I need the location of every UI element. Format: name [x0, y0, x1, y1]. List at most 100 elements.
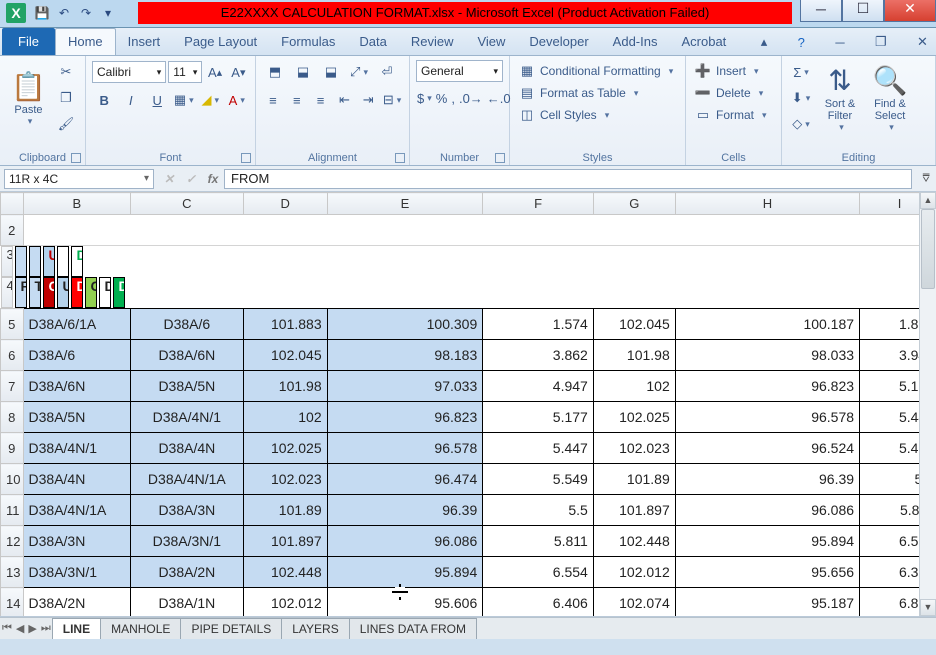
doc-close-button[interactable]: ✕ — [909, 29, 936, 55]
accounting-format-icon[interactable]: $ — [417, 87, 432, 109]
cell[interactable]: 95.894 — [675, 526, 859, 557]
tab-file[interactable]: File — [2, 28, 55, 55]
cell[interactable]: 102.023 — [593, 433, 675, 464]
tab-pagelayout[interactable]: Page Layout — [172, 29, 269, 55]
cell[interactable]: 95.606 — [327, 588, 483, 618]
clear-icon[interactable]: ◇ — [789, 113, 813, 135]
cell[interactable]: D38A/4N/1 — [131, 402, 244, 433]
paste-button[interactable]: 📋 Paste — [6, 63, 51, 133]
align-right-icon[interactable]: ≡ — [311, 89, 331, 111]
cell[interactable]: D38A/4N — [23, 464, 131, 495]
help-icon[interactable]: ? — [790, 30, 813, 55]
cell[interactable]: D38A/4N/1 — [23, 433, 131, 464]
italic-button[interactable]: I — [120, 89, 143, 111]
dialog-launcher-icon[interactable] — [71, 153, 81, 163]
align-middle-icon[interactable]: ⬓ — [291, 61, 315, 83]
cell[interactable]: 102.448 — [243, 557, 327, 588]
row-header[interactable]: 9 — [1, 433, 24, 464]
close-button[interactable]: ✕ — [884, 0, 936, 22]
cell[interactable]: 97.033 — [327, 371, 483, 402]
cell[interactable] — [29, 246, 41, 277]
cell[interactable]: 95.187 — [675, 588, 859, 618]
cell[interactable]: D38A/4N/1A — [23, 495, 131, 526]
cell[interactable]: 5.549 — [483, 464, 594, 495]
font-size-combo[interactable]: 11▾ — [168, 61, 202, 83]
cell-styles-button[interactable]: ◫Cell Styles — [516, 104, 679, 126]
cell[interactable] — [57, 246, 69, 277]
cell[interactable]: D38A/2N — [131, 557, 244, 588]
dec-decimal-icon[interactable]: ←.0 — [487, 87, 511, 109]
copy-icon[interactable]: ❐ — [54, 87, 78, 109]
dialog-launcher-icon[interactable] — [395, 153, 405, 163]
font-color-button[interactable]: A — [226, 89, 249, 111]
th-from[interactable]: FROM — [15, 277, 27, 308]
tab-review[interactable]: Review — [399, 29, 466, 55]
cell-downstream-label[interactable]: DWONSTREAM — [71, 246, 83, 277]
col-header[interactable]: E — [327, 193, 483, 215]
vertical-scrollbar[interactable]: ▲ ▼ — [919, 192, 936, 616]
scroll-thumb[interactable] — [921, 209, 935, 289]
cell[interactable]: 6.406 — [483, 588, 594, 618]
cell[interactable]: D38A/6 — [131, 309, 244, 340]
format-as-table-button[interactable]: ▤Format as Table — [516, 82, 679, 104]
fill-icon[interactable]: ⬇ — [789, 87, 813, 109]
shrink-font-icon[interactable]: A▾ — [229, 61, 248, 83]
sheet-tab[interactable]: LINES DATA FROM — [349, 618, 477, 639]
cell[interactable]: 102 — [593, 371, 675, 402]
tab-developer[interactable]: Developer — [517, 29, 600, 55]
find-select-button[interactable]: 🔍Find & Select — [866, 63, 914, 133]
th-up-cl[interactable]: CL — [43, 277, 55, 308]
col-header[interactable]: D — [243, 193, 327, 215]
cell[interactable]: 101.883 — [243, 309, 327, 340]
cell[interactable]: 102 — [243, 402, 327, 433]
cell[interactable]: 96.524 — [675, 433, 859, 464]
minimize-button[interactable]: ─ — [800, 0, 842, 22]
cell[interactable]: 102.012 — [243, 588, 327, 618]
cell[interactable]: 102.045 — [243, 340, 327, 371]
format-cells-button[interactable]: ▭Format — [692, 104, 775, 126]
th-to[interactable]: TO — [29, 277, 41, 308]
align-bottom-icon[interactable]: ⬓ — [319, 61, 343, 83]
cell[interactable]: D38A/5N — [23, 402, 131, 433]
fx-icon[interactable]: fx — [202, 169, 224, 189]
col-header[interactable]: B — [23, 193, 131, 215]
cell[interactable]: 1.574 — [483, 309, 594, 340]
tab-acrobat[interactable]: Acrobat — [669, 29, 738, 55]
cell[interactable]: 102.025 — [593, 402, 675, 433]
cell[interactable]: 96.39 — [675, 464, 859, 495]
sheet-tab[interactable]: PIPE DETAILS — [180, 618, 282, 639]
cell[interactable]: D38A/6 — [23, 340, 131, 371]
cut-icon[interactable]: ✂ — [54, 61, 78, 83]
tab-nav-last-icon[interactable]: ⏭ — [39, 622, 53, 635]
align-center-icon[interactable]: ≡ — [287, 89, 307, 111]
cell[interactable]: 96.39 — [327, 495, 483, 526]
th-dn-invert[interactable]: DOWNSTREAMINVERT — [99, 277, 111, 308]
cell[interactable]: D38A/1N — [131, 588, 244, 618]
cell[interactable] — [23, 215, 936, 246]
cell[interactable]: D38A/4N/1A — [131, 464, 244, 495]
cell[interactable] — [15, 246, 27, 277]
doc-restore-button[interactable]: ❐ — [867, 29, 895, 55]
cell[interactable]: 100.187 — [675, 309, 859, 340]
tab-insert[interactable]: Insert — [116, 29, 173, 55]
cell[interactable]: D38A/4N — [131, 433, 244, 464]
cell[interactable]: 4.947 — [483, 371, 594, 402]
row-header[interactable]: 12 — [1, 526, 24, 557]
cell[interactable]: 101.897 — [243, 526, 327, 557]
delete-cells-button[interactable]: ➖Delete — [692, 82, 775, 104]
sheet-tab[interactable]: MANHOLE — [100, 618, 181, 639]
cell[interactable]: 102.045 — [593, 309, 675, 340]
cell[interactable]: 100.309 — [327, 309, 483, 340]
cell[interactable]: 98.183 — [327, 340, 483, 371]
number-format-combo[interactable]: General▾ — [416, 60, 503, 82]
sort-filter-button[interactable]: ⇅Sort & Filter — [816, 63, 864, 133]
cell[interactable]: 101.98 — [593, 340, 675, 371]
th-dn-cl[interactable]: CL — [85, 277, 97, 308]
cell[interactable]: 5.177 — [483, 402, 594, 433]
autosum-icon[interactable]: Σ — [789, 61, 813, 83]
select-all-corner[interactable] — [1, 193, 24, 215]
expand-formula-bar-icon[interactable]: ⩢ — [916, 171, 936, 186]
cell[interactable]: 96.474 — [327, 464, 483, 495]
cell[interactable]: 96.578 — [327, 433, 483, 464]
row-header[interactable]: 5 — [1, 309, 24, 340]
